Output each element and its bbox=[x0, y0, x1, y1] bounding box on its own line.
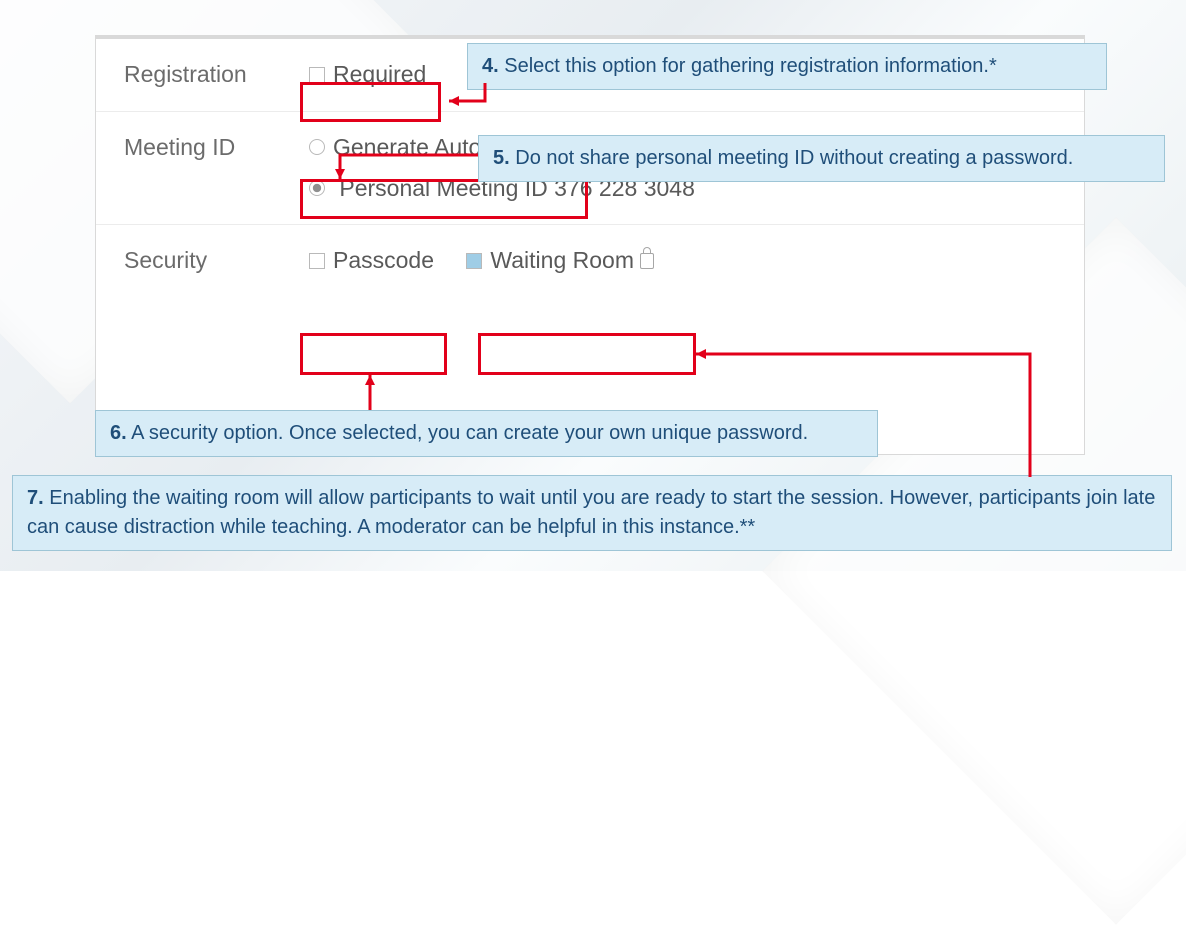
callout-7-num: 7. bbox=[27, 487, 44, 509]
checkbox-icon bbox=[309, 253, 325, 269]
callout-7: 7. Enabling the waiting room will allow … bbox=[12, 475, 1172, 551]
callout-7-text: Enabling the waiting room will allow par… bbox=[27, 487, 1155, 538]
label-meeting-id: Meeting ID bbox=[124, 134, 309, 161]
row-security: Security Passcode Waiting Room bbox=[96, 225, 1084, 297]
option-passcode-text: Passcode bbox=[333, 247, 434, 274]
highlight-waiting-room bbox=[478, 333, 696, 375]
highlight-passcode bbox=[300, 333, 447, 375]
highlight-generate-auto bbox=[300, 179, 588, 219]
checkbox-icon bbox=[466, 253, 482, 269]
callout-4: 4. Select this option for gathering regi… bbox=[467, 43, 1107, 90]
highlight-required bbox=[300, 82, 441, 122]
callout-5-text: Do not share personal meeting ID without… bbox=[515, 147, 1073, 169]
callout-5: 5. Do not share personal meeting ID with… bbox=[478, 135, 1165, 182]
callout-4-text: Select this option for gathering registr… bbox=[504, 55, 997, 77]
callout-5-num: 5. bbox=[493, 147, 510, 169]
label-security: Security bbox=[124, 247, 309, 274]
callout-4-num: 4. bbox=[482, 55, 499, 77]
callout-6-num: 6. bbox=[110, 422, 127, 444]
lock-icon bbox=[640, 253, 654, 269]
callout-6-text: A security option. Once selected, you ca… bbox=[131, 422, 808, 444]
option-waiting-room-text: Waiting Room bbox=[490, 247, 634, 274]
checkbox-icon bbox=[309, 67, 325, 83]
settings-panel: Registration Required Meeting ID Generat… bbox=[95, 35, 1085, 455]
callout-6: 6. A security option. Once selected, you… bbox=[95, 410, 878, 457]
option-waiting-room[interactable]: Waiting Room bbox=[466, 247, 654, 274]
radio-icon bbox=[309, 139, 325, 155]
option-passcode[interactable]: Passcode bbox=[309, 247, 434, 274]
label-registration: Registration bbox=[124, 61, 309, 88]
